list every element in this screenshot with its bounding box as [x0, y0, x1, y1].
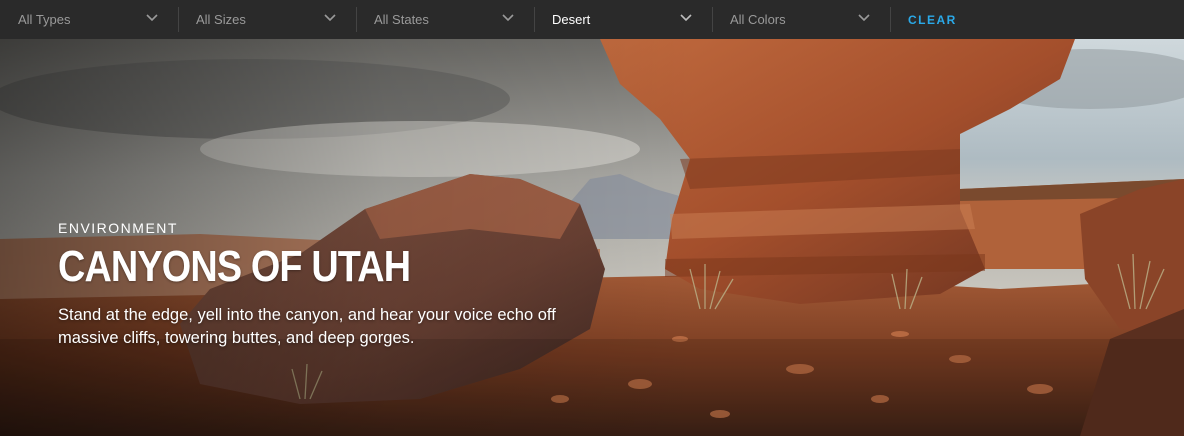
filter-state-dropdown[interactable]: All States: [356, 0, 534, 39]
filter-environment-dropdown[interactable]: Desert: [534, 0, 712, 39]
filter-bar: All Types All Sizes All States Desert Al…: [0, 0, 1184, 39]
filter-color-label: All Colors: [730, 12, 786, 27]
hero-title: CANYONS OF UTAH: [58, 242, 411, 291]
hero-description: Stand at the edge, yell into the canyon,…: [58, 306, 556, 347]
hero-text-block: ENVIRONMENT CANYONS OF UTAH Stand at the…: [58, 220, 618, 350]
filter-color-dropdown[interactable]: All Colors: [712, 0, 890, 39]
chevron-down-icon: [502, 14, 514, 22]
filter-state-label: All States: [374, 12, 429, 27]
clear-filters-wrap: CLEAR: [890, 0, 957, 39]
hero-banner[interactable]: ENVIRONMENT CANYONS OF UTAH Stand at the…: [0, 39, 1184, 436]
filter-environment-label: Desert: [552, 12, 591, 27]
filter-type-label: All Types: [18, 12, 71, 27]
filter-type-dropdown[interactable]: All Types: [0, 0, 178, 39]
chevron-down-icon: [680, 14, 692, 22]
hero-category-label: ENVIRONMENT: [58, 220, 178, 236]
chevron-down-icon: [324, 14, 336, 22]
clear-filters-button[interactable]: CLEAR: [908, 13, 957, 27]
chevron-down-icon: [146, 14, 158, 22]
chevron-down-icon: [858, 14, 870, 22]
filter-size-dropdown[interactable]: All Sizes: [178, 0, 356, 39]
filter-size-label: All Sizes: [196, 12, 246, 27]
